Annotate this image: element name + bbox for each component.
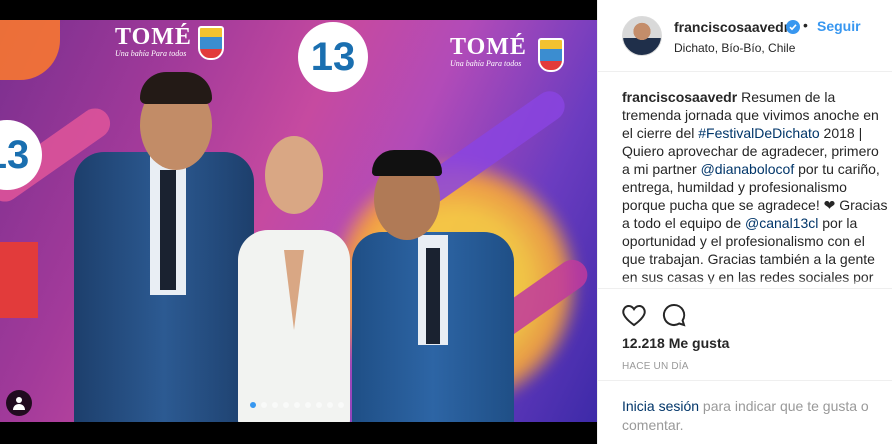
avatar[interactable] bbox=[622, 16, 662, 56]
post-caption: franciscosaavedr Resumen de la tremenda … bbox=[622, 88, 890, 284]
login-link[interactable]: Inicia sesión bbox=[622, 398, 699, 414]
login-prompt-text: Inicia sesión para indicar que te gusta … bbox=[622, 397, 882, 435]
carousel-dot[interactable] bbox=[272, 402, 278, 408]
caption-username[interactable]: franciscosaavedr bbox=[622, 89, 737, 105]
post-header: franciscosaavedr • Seguir Dichato, Bío-B… bbox=[598, 0, 892, 72]
header-separator: • bbox=[803, 17, 808, 33]
festival-logo bbox=[0, 20, 60, 80]
post-modal: 13 13 TOMÉUna bahía Para todos TOMÉUna b… bbox=[0, 0, 892, 444]
verified-badge-icon bbox=[786, 20, 800, 34]
user-tag-button[interactable] bbox=[6, 390, 32, 416]
post-side-panel: franciscosaavedr • Seguir Dichato, Bío-B… bbox=[597, 0, 892, 444]
caption-tag-link[interactable]: #FestivalDeDichato bbox=[698, 125, 819, 141]
carousel-dot[interactable] bbox=[250, 402, 256, 408]
user-tag-icon bbox=[13, 397, 25, 410]
post-photo[interactable]: 13 13 TOMÉUna bahía Para todos TOMÉUna b… bbox=[0, 20, 597, 422]
likes-count[interactable]: 12.218 Me gusta bbox=[622, 335, 729, 351]
tome-logo: TOMÉ Una bahía Para todos bbox=[115, 24, 192, 58]
carousel-dot[interactable] bbox=[294, 402, 300, 408]
login-prompt: Inicia sesión para indicar que te gusta … bbox=[598, 380, 892, 444]
carousel-dot[interactable] bbox=[283, 402, 289, 408]
carousel-dot[interactable] bbox=[338, 402, 344, 408]
sponsor-panel bbox=[0, 242, 38, 318]
tome-crest-icon bbox=[198, 26, 224, 60]
follow-button[interactable]: Seguir bbox=[817, 18, 861, 34]
tome-logo: TOMÉ Una bahía Para todos bbox=[450, 34, 527, 68]
carousel-indicator bbox=[250, 402, 344, 408]
heart-icon[interactable] bbox=[620, 301, 648, 329]
carousel-dot[interactable] bbox=[316, 402, 322, 408]
post-timestamp[interactable]: HACE UN DÍA bbox=[622, 361, 689, 372]
canal-13-logo: 13 bbox=[298, 22, 368, 92]
carousel-dot[interactable] bbox=[305, 402, 311, 408]
location-link[interactable]: Dichato, Bío-Bío, Chile bbox=[674, 41, 795, 55]
username-link[interactable]: franciscosaavedr bbox=[674, 19, 789, 35]
caption-fade bbox=[622, 278, 890, 288]
carousel-dot[interactable] bbox=[261, 402, 267, 408]
caption-tag-link[interactable]: @dianabolocof bbox=[701, 161, 795, 177]
tome-crest-icon bbox=[538, 38, 564, 72]
comment-icon[interactable] bbox=[660, 301, 688, 329]
caption-tag-link[interactable]: @canal13cl bbox=[745, 215, 818, 231]
carousel-dot[interactable] bbox=[327, 402, 333, 408]
